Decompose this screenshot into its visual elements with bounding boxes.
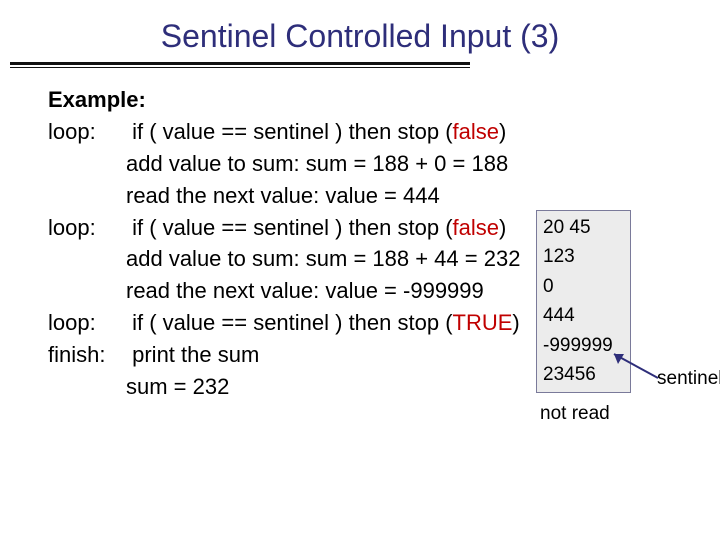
loop3-result: TRUE bbox=[453, 310, 513, 335]
loop1-result: false bbox=[453, 119, 499, 144]
loop1-cond: loop: if ( value == sentinel ) then stop… bbox=[48, 116, 688, 148]
slide: Sentinel Controlled Input (3) Example: l… bbox=[0, 0, 720, 540]
loop2-result: false bbox=[453, 215, 499, 240]
input-line-4: 444 bbox=[543, 301, 624, 330]
loop1-cond-tail: ) bbox=[499, 119, 506, 144]
loop3-label: loop: bbox=[48, 307, 126, 339]
input-line-1: 20 45 bbox=[543, 213, 624, 242]
loop2-cond-tail: ) bbox=[499, 215, 506, 240]
not-read-label: not read bbox=[540, 403, 610, 425]
loop1-add: add value to sum: sum = 188 + 0 = 188 bbox=[48, 148, 688, 180]
title-rule-thick bbox=[10, 62, 470, 65]
slide-title: Sentinel Controlled Input (3) bbox=[0, 18, 720, 55]
arrow-icon bbox=[608, 350, 663, 380]
loop2-cond-text: if ( value == sentinel ) then stop ( bbox=[132, 215, 452, 240]
example-label: Example: bbox=[48, 84, 688, 116]
input-line-2: 123 bbox=[543, 242, 624, 271]
sentinel-label: sentinel bbox=[657, 368, 720, 390]
loop2-label: loop: bbox=[48, 212, 126, 244]
loop1-cond-text: if ( value == sentinel ) then stop ( bbox=[132, 119, 452, 144]
loop3-cond-text: if ( value == sentinel ) then stop ( bbox=[132, 310, 452, 335]
finish-text: print the sum bbox=[132, 339, 259, 371]
input-line-3: 0 bbox=[543, 272, 624, 301]
finish-label: finish: bbox=[48, 339, 126, 371]
loop1-label: loop: bbox=[48, 116, 126, 148]
loop1-read: read the next value: value = 444 bbox=[48, 180, 688, 212]
loop3-cond-tail: ) bbox=[512, 310, 519, 335]
title-rule-thin bbox=[10, 67, 470, 68]
